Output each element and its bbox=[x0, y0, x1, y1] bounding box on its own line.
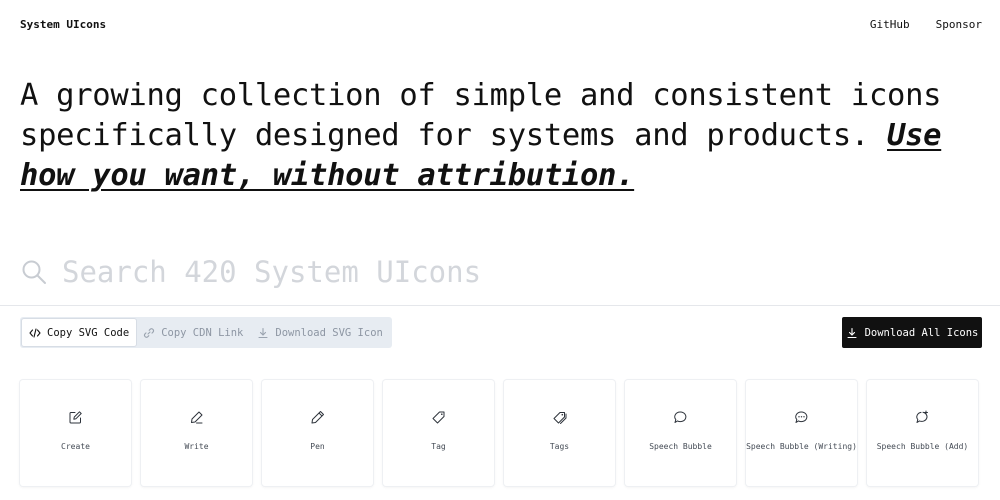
download-all-icons-button[interactable]: Download All Icons bbox=[842, 317, 982, 348]
icon-card-label: Create bbox=[61, 442, 90, 451]
nav-link-github[interactable]: GitHub bbox=[870, 18, 910, 31]
search-icon bbox=[22, 260, 46, 284]
copy-cdn-link-button[interactable]: Copy CDN Link bbox=[136, 319, 250, 346]
icon-card-speech-bubble-add[interactable]: Speech Bubble (Add) bbox=[867, 380, 978, 486]
icon-grid: Create Write Pen Tag Tags Speech Bubble … bbox=[20, 380, 978, 486]
icon-card-label: Speech Bubble (Add) bbox=[876, 442, 969, 451]
tag-icon bbox=[432, 411, 445, 424]
search-bar bbox=[20, 248, 980, 296]
icon-card-create[interactable]: Create bbox=[20, 380, 131, 486]
section-divider bbox=[0, 305, 1000, 306]
top-nav: System UIcons GitHub Sponsor bbox=[0, 0, 1000, 50]
search-input[interactable] bbox=[62, 255, 942, 289]
speech-bubble-add-icon bbox=[916, 410, 928, 423]
code-icon bbox=[29, 327, 41, 338]
icon-card-label: Speech Bubble bbox=[649, 442, 712, 451]
icon-card-tag[interactable]: Tag bbox=[383, 380, 494, 486]
copy-cdn-link-label: Copy CDN Link bbox=[161, 326, 244, 339]
icon-card-label: Tag bbox=[431, 442, 446, 451]
create-icon bbox=[69, 411, 82, 424]
icon-card-write[interactable]: Write bbox=[141, 380, 252, 486]
icon-card-speech-bubble-writing[interactable]: Speech Bubble (Writing) bbox=[746, 380, 857, 486]
download-svg-icon-label: Download SVG Icon bbox=[275, 326, 383, 339]
nav-link-sponsor[interactable]: Sponsor bbox=[936, 18, 982, 31]
hero-text: A growing collection of simple and consi… bbox=[20, 78, 942, 153]
icon-card-tags[interactable]: Tags bbox=[504, 380, 615, 486]
copy-svg-code-label: Copy SVG Code bbox=[47, 326, 130, 339]
icon-card-speech-bubble[interactable]: Speech Bubble bbox=[625, 380, 736, 486]
icon-card-pen[interactable]: Pen bbox=[262, 380, 373, 486]
speech-bubble-writing-icon bbox=[795, 411, 808, 423]
download-all-icons-label: Download All Icons bbox=[864, 326, 979, 339]
link-icon bbox=[144, 327, 155, 338]
pen-icon bbox=[311, 411, 324, 424]
icon-card-label: Pen bbox=[310, 442, 325, 451]
download-icon bbox=[847, 327, 857, 338]
icon-card-label: Tags bbox=[549, 442, 570, 451]
nav-links: GitHub Sponsor bbox=[870, 18, 982, 31]
speech-bubble-icon bbox=[674, 411, 687, 423]
download-svg-icon-button[interactable]: Download SVG Icon bbox=[250, 319, 389, 346]
download-icon bbox=[258, 327, 268, 338]
copy-svg-code-button[interactable]: Copy SVG Code bbox=[22, 319, 137, 346]
icon-card-label: Speech Bubble (Writing) bbox=[746, 442, 857, 451]
brand-logo[interactable]: System UIcons bbox=[20, 18, 106, 31]
tags-icon bbox=[553, 412, 567, 424]
hero-heading: A growing collection of simple and consi… bbox=[20, 76, 985, 196]
write-icon bbox=[191, 411, 203, 424]
icon-card-label: Write bbox=[184, 442, 209, 451]
copy-mode-selector: Copy SVG Code Copy CDN Link Download SVG… bbox=[20, 317, 392, 348]
